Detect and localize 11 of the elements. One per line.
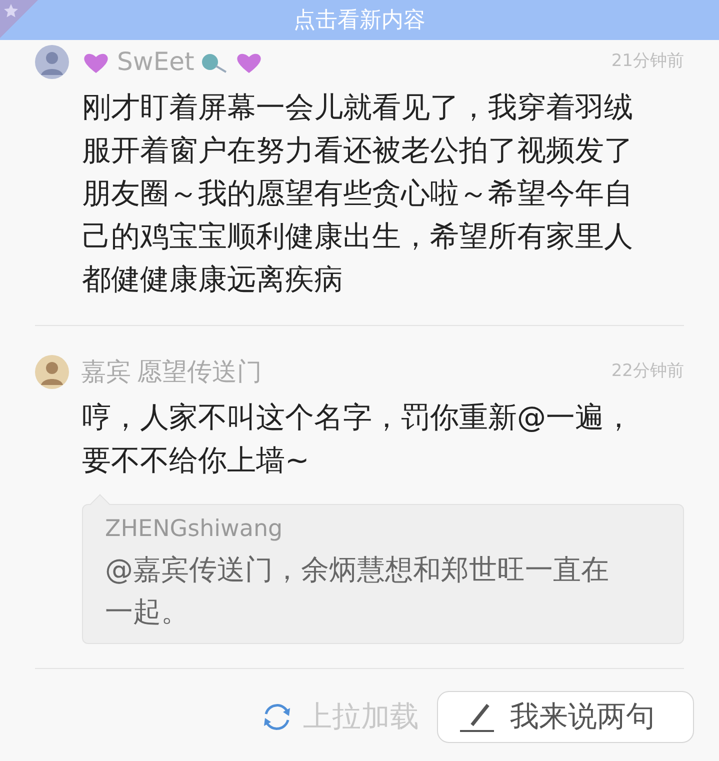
quoted-author: ZHENGshiwang <box>105 515 284 544</box>
comment-text: 哼，人家不叫这个名字，罚你重新@一遍，要不不给你上墙~ <box>82 399 634 479</box>
author-name[interactable]: 愿望传送门 <box>137 353 262 391</box>
author-name[interactable]: SwEet <box>117 43 194 81</box>
compose-button[interactable]: 我来说两句 <box>437 691 694 743</box>
timestamp: 21分钟前 <box>611 50 684 74</box>
guest-label: 嘉宾 <box>81 356 131 388</box>
timestamp: 22分钟前 <box>611 360 684 384</box>
quoted-text: @嘉宾传送门，余炳慧想和郑世旺一直在一起。 <box>105 552 610 630</box>
new-content-banner[interactable]: 点击看新内容 <box>0 0 719 40</box>
comment-text: 刚才盯着屏幕一会儿就看见了，我穿着羽绒服开着窗户在努力看还被老公拍了视频发了朋友圈～我的愿望有些贪心啦～希望今年自己的鸡宝宝顺利健康出生，希望所有家里人都健健康康远离疾病 <box>82 89 634 298</box>
